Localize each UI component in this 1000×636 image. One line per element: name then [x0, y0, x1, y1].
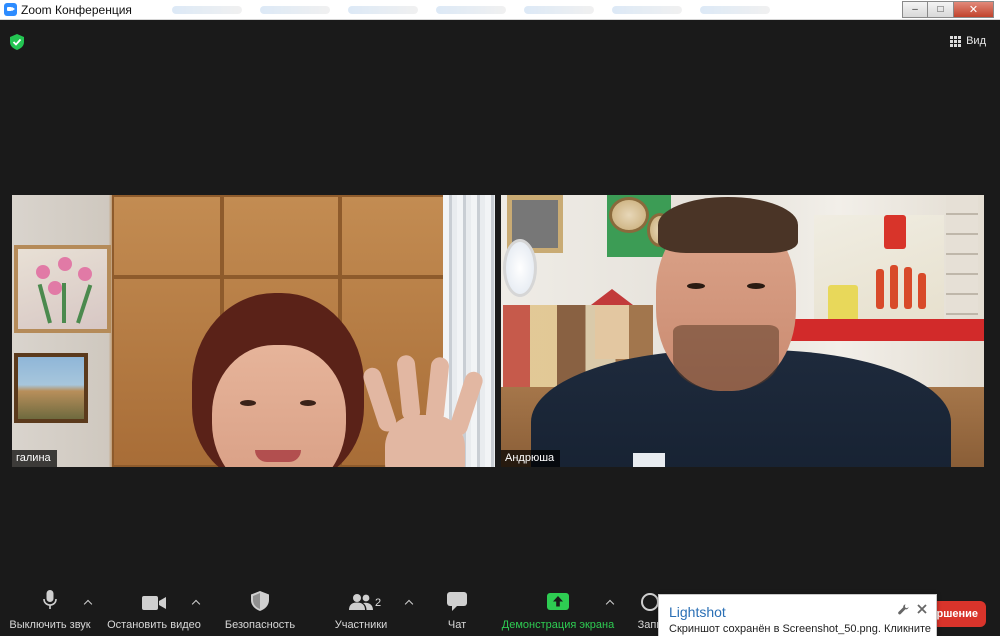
wall-artwork [814, 215, 944, 335]
mute-label: Выключить звук [9, 619, 91, 631]
wrench-icon[interactable] [898, 604, 909, 615]
view-button[interactable]: Вид [950, 35, 986, 47]
share-screen-label: Демонстрация экрана [501, 619, 615, 631]
shield-icon [251, 591, 269, 611]
chevron-up-icon[interactable] [84, 599, 92, 607]
chat-label: Чат [447, 619, 467, 631]
chat-button[interactable]: Чат [434, 585, 480, 636]
video-tile-andryusha[interactable]: Андрюша [501, 195, 984, 467]
participant-name-tag: галина [12, 450, 57, 467]
security-button[interactable]: Безопасность [220, 585, 300, 636]
chevron-up-icon[interactable] [405, 599, 413, 607]
close-icon[interactable] [917, 604, 927, 614]
shield-check-icon[interactable] [10, 34, 24, 50]
zoom-window: Zoom Конференция – □ ✕ Вид галина Андрюш… [0, 0, 1000, 636]
participants-label: Участники [334, 619, 388, 631]
chevron-up-icon[interactable] [192, 599, 200, 607]
stop-video-button[interactable]: Остановить видео [104, 585, 204, 636]
landscape-painting [14, 353, 88, 423]
participant-hair [658, 197, 798, 253]
lightshot-title: Lightshot [669, 604, 726, 620]
zoom-logo-icon [4, 3, 17, 16]
close-button[interactable]: ✕ [954, 0, 994, 18]
participants-button[interactable]: Участники [326, 585, 396, 636]
hoodie-logo [633, 453, 665, 467]
share-arrow-icon [547, 593, 569, 610]
view-label: Вид [966, 35, 986, 47]
minimize-button[interactable]: – [902, 0, 928, 18]
maximize-button[interactable]: □ [928, 0, 954, 18]
people-icon [349, 594, 373, 610]
mute-button[interactable]: Выключить звук [6, 585, 94, 636]
record-icon [641, 593, 659, 611]
lightshot-notification[interactable]: Lightshot Скриншот сохранён в Screenshot… [658, 594, 937, 636]
window-controls: – □ ✕ [902, 0, 994, 19]
waving-hand [361, 354, 487, 467]
grid-icon [950, 35, 962, 47]
wall-board [946, 195, 978, 315]
participant-face [212, 345, 346, 467]
video-tile-galina[interactable]: галина [12, 195, 495, 467]
microphone-icon [43, 590, 57, 609]
flower-painting [14, 245, 111, 333]
chevron-up-icon[interactable] [606, 599, 614, 607]
share-screen-button[interactable]: Демонстрация экрана [498, 585, 618, 636]
window-title: Zoom Конференция [21, 2, 132, 17]
red-banner [784, 319, 984, 341]
background-taskbar-tabs [132, 0, 902, 20]
chat-bubble-icon [447, 592, 467, 611]
lightshot-message[interactable]: Скриншот сохранён в Screenshot_50.png. К… [669, 623, 931, 635]
title-bar: Zoom Конференция – □ ✕ [0, 0, 1000, 20]
participant-name-tag: Андрюша [501, 450, 561, 467]
security-label: Безопасность [224, 619, 296, 631]
video-camera-icon [142, 596, 166, 610]
participants-count: 2 [375, 597, 382, 609]
toy-house [591, 289, 633, 359]
video-label: Остановить видео [107, 619, 201, 631]
